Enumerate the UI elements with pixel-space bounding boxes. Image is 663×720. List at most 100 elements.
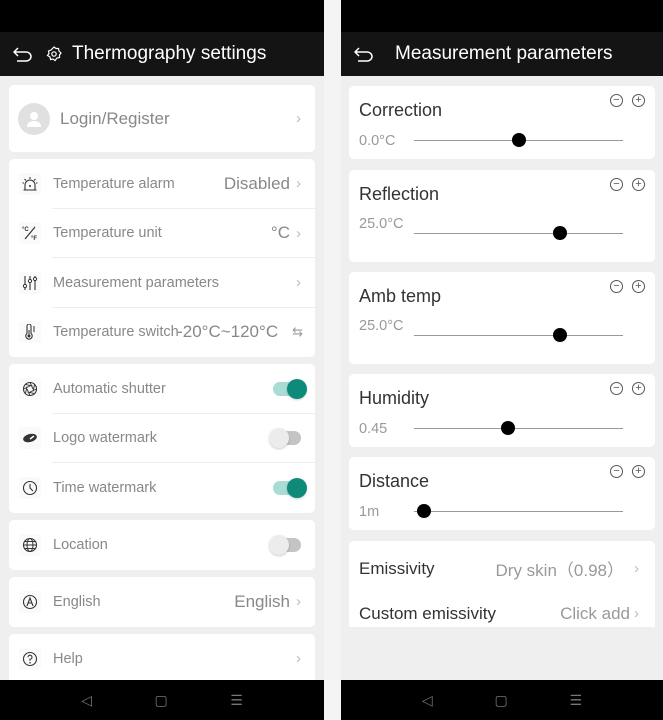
plus-icon[interactable]: + <box>632 178 645 191</box>
slider-track[interactable] <box>414 226 623 240</box>
emissivity-value: Dry skin（0.98） <box>495 561 624 580</box>
parameter-value: 25.0°C <box>359 318 404 334</box>
stepper: − + <box>610 280 645 293</box>
time-watermark-label: Time watermark <box>53 479 157 496</box>
back-icon[interactable] <box>12 46 34 62</box>
plus-icon[interactable]: + <box>632 465 645 478</box>
stepper: − + <box>610 94 645 107</box>
slider-track[interactable] <box>414 504 623 518</box>
parameter-card-amb-temp: Amb temp − +25.0°C <box>349 272 655 364</box>
back-icon[interactable] <box>353 46 375 62</box>
slider-track[interactable] <box>414 133 623 147</box>
plus-icon[interactable]: + <box>632 94 645 107</box>
minus-icon[interactable]: − <box>610 94 623 107</box>
title-bar: Thermography settings <box>0 32 324 76</box>
automatic-shutter-label: Automatic shutter <box>53 380 166 397</box>
help-card[interactable]: Help › <box>9 634 315 684</box>
location-row: Location <box>9 520 315 570</box>
temperature-unit-value: °C <box>270 223 290 243</box>
parameter-name: Reflection <box>359 184 440 204</box>
custom-emissivity-value: Click add <box>560 603 630 623</box>
parameter-value: 25.0°C <box>359 216 404 232</box>
stepper: − + <box>610 382 645 395</box>
slider-thumb[interactable] <box>553 226 568 240</box>
location-card: Location <box>9 520 315 570</box>
minus-icon[interactable]: − <box>610 280 623 293</box>
logo-watermark-row: Logo watermark <box>9 414 315 463</box>
slider-track[interactable] <box>414 328 623 342</box>
avatar <box>18 102 50 135</box>
chevron-right-icon: › <box>296 650 301 668</box>
slider-thumb[interactable] <box>417 504 432 518</box>
minus-icon[interactable]: − <box>610 382 623 395</box>
custom-emissivity-label: Custom emissivity <box>359 603 496 623</box>
language-card[interactable]: English English › <box>9 577 315 627</box>
parameter-name: Correction <box>359 100 443 120</box>
temperature-unit-label: Temperature unit <box>53 225 162 242</box>
language-value: English <box>234 591 290 611</box>
custom-emissivity-row[interactable]: Custom emissivity Click add › <box>349 591 655 636</box>
nav-menu-icon[interactable]: ☰ <box>230 692 243 709</box>
chevron-right-icon: › <box>296 110 301 127</box>
slider-track[interactable] <box>414 421 623 435</box>
parameter-name: Humidity <box>359 388 430 408</box>
time-watermark-toggle[interactable] <box>273 477 307 498</box>
location-toggle[interactable] <box>269 534 301 555</box>
parameter-value: 1m <box>359 504 380 520</box>
stepper: − + <box>610 178 645 191</box>
temperature-alarm-row[interactable]: Temperature alarm Disabled › <box>9 159 315 209</box>
gear-icon <box>46 46 62 62</box>
chevron-right-icon: › <box>296 274 301 292</box>
chevron-right-icon: › <box>296 224 301 242</box>
help-row[interactable]: Help › <box>9 634 315 684</box>
page-title: Measurement parameters <box>395 43 613 64</box>
temperature-alarm-label: Temperature alarm <box>53 175 175 192</box>
emissivity-row[interactable]: Emissivity Dry skin（0.98） › <box>349 546 655 591</box>
parameter-name: Distance <box>359 471 430 491</box>
login-register-label: Login/Register <box>60 108 170 128</box>
slider-thumb[interactable] <box>553 328 568 342</box>
help-icon <box>19 647 41 670</box>
temperature-unit-row[interactable]: °C °F Temperature unit °C › <box>9 209 315 258</box>
login-card[interactable]: Login/Register › <box>9 85 315 152</box>
nav-back-icon[interactable]: ◁ <box>422 692 433 709</box>
sliders-icon <box>19 271 41 294</box>
temperature-alarm-value: Disabled <box>223 173 290 193</box>
svg-text:°F: °F <box>31 236 37 241</box>
minus-icon[interactable]: − <box>610 465 623 478</box>
measurement-parameters-row[interactable]: Measurement parameters › <box>9 258 315 308</box>
automatic-shutter-toggle[interactable] <box>273 378 307 399</box>
measurement-parameters-label: Measurement parameters <box>53 274 220 291</box>
plus-icon[interactable]: + <box>632 280 645 293</box>
time-watermark-row: Time watermark <box>9 463 315 513</box>
swap-icon[interactable]: ⇆ <box>292 324 303 340</box>
status-bar <box>0 0 324 32</box>
help-label: Help <box>53 650 83 667</box>
slider-thumb[interactable] <box>501 421 516 435</box>
chevron-right-icon: › <box>296 175 301 193</box>
nav-menu-icon[interactable]: ☰ <box>570 692 583 709</box>
location-label: Location <box>53 536 108 553</box>
settings-group-2: Automatic shutter Logo watermark Time wa… <box>9 364 315 513</box>
alarm-icon <box>19 172 41 195</box>
parameter-card-reflection: Reflection − +25.0°C <box>349 170 655 262</box>
slider-thumb[interactable] <box>511 133 526 147</box>
emissivity-label: Emissivity <box>359 558 435 578</box>
nav-home-icon[interactable]: ▢ <box>154 692 167 709</box>
minus-icon[interactable]: − <box>610 178 623 191</box>
parameter-value: 0.0°C <box>359 133 396 149</box>
logo-watermark-label: Logo watermark <box>53 430 157 447</box>
parameter-card-humidity: Humidity − +0.45 <box>349 374 655 447</box>
stepper: − + <box>610 465 645 478</box>
temp-unit-icon: °C °F <box>19 222 41 245</box>
parameter-value: 0.45 <box>359 421 388 437</box>
language-row[interactable]: English English › <box>9 577 315 627</box>
logo-watermark-toggle[interactable] <box>269 428 301 449</box>
shutter-icon <box>19 377 41 400</box>
nav-home-icon[interactable]: ▢ <box>494 692 507 709</box>
nav-back-icon[interactable]: ◁ <box>81 692 92 709</box>
system-nav-bar: ◁ ▢ ☰ <box>0 680 324 720</box>
plus-icon[interactable]: + <box>632 382 645 395</box>
temperature-switch-row[interactable]: Temperature switch -20°C~120°C ⇆ <box>9 308 315 358</box>
globe-icon <box>19 533 41 556</box>
